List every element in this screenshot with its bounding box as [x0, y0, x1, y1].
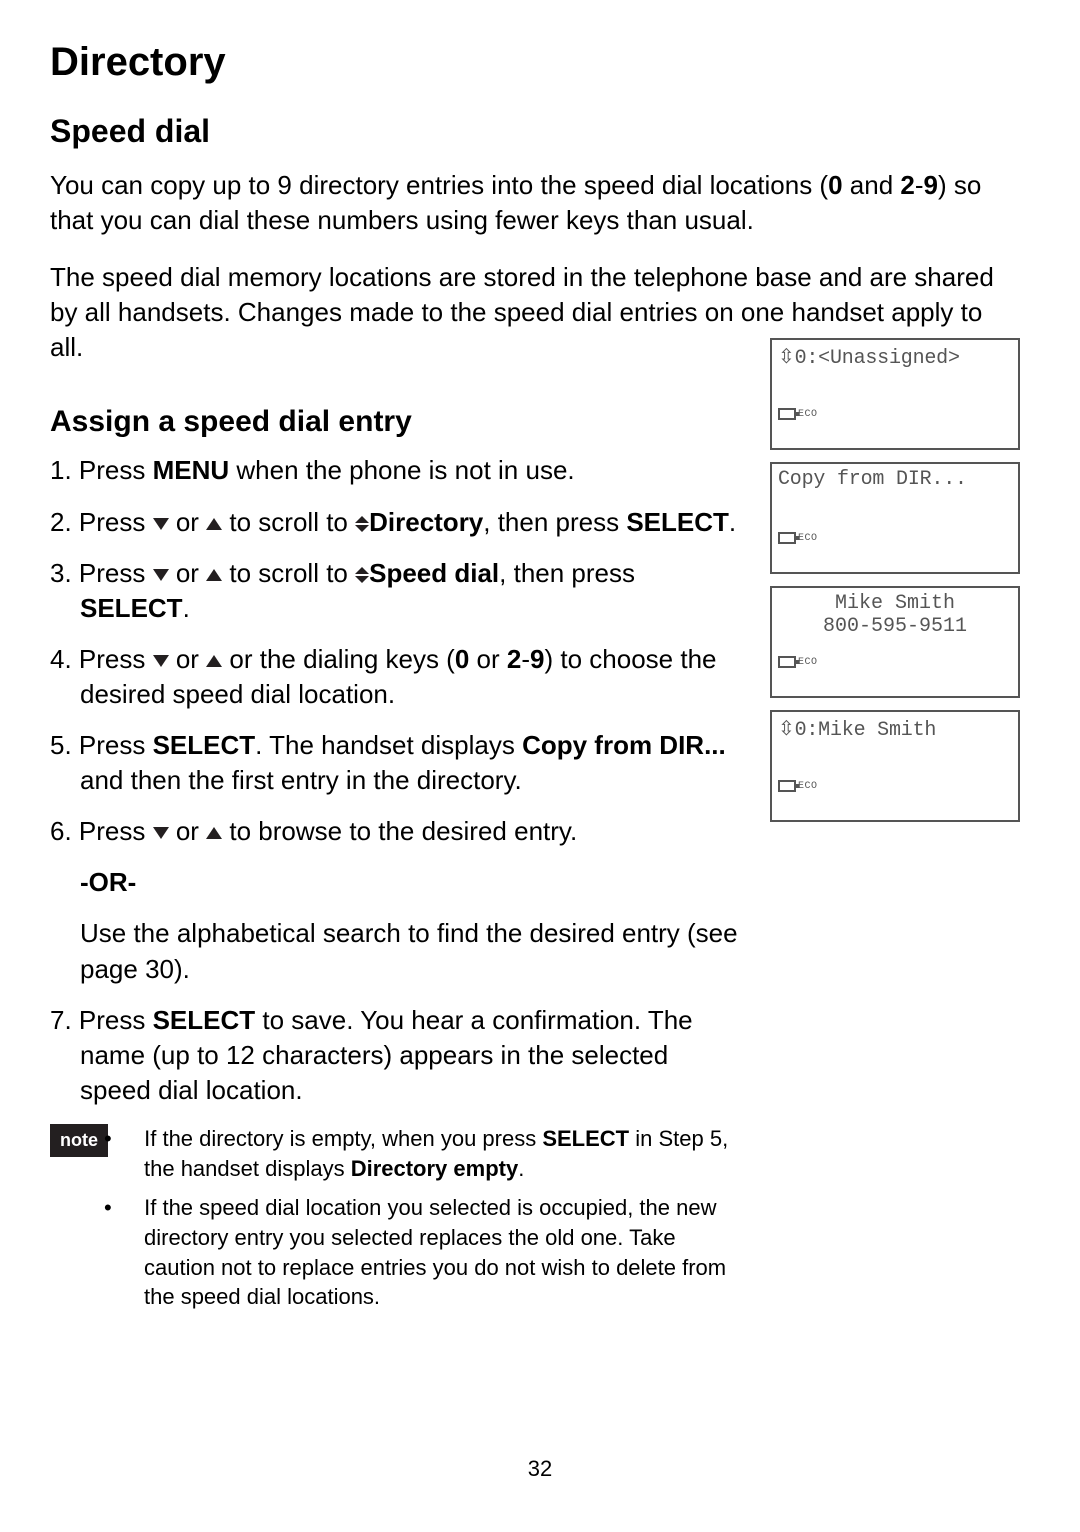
- key-0: 0: [828, 170, 842, 200]
- text: If the speed dial location you selected …: [144, 1195, 726, 1309]
- eco-label: ECO: [798, 409, 818, 420]
- up-arrow-icon: [206, 518, 222, 530]
- steps-list: 1. Press MENU when the phone is not in u…: [50, 453, 740, 849]
- up-arrow-icon: [206, 827, 222, 839]
- text: -: [915, 170, 924, 200]
- text: .: [183, 593, 190, 623]
- note-item-1: • If the directory is empty, when you pr…: [124, 1124, 740, 1183]
- note-block: note • If the directory is empty, when y…: [50, 1124, 740, 1322]
- screen-text: Copy from DIR...: [778, 468, 1012, 491]
- battery-icon: [778, 408, 796, 420]
- eco-label: ECO: [798, 657, 818, 668]
- battery-icon: [778, 780, 796, 792]
- updown-arrow-icon: ⇳: [778, 718, 795, 740]
- text: 3. Press: [50, 558, 153, 588]
- key-label-select: SELECT: [153, 1005, 256, 1035]
- handset-screen-assigned: ⇳0:Mike Smith ECO: [770, 710, 1020, 822]
- screen-text-number: 800-595-9511: [778, 615, 1012, 638]
- step-1: 1. Press MENU when the phone is not in u…: [50, 453, 740, 488]
- text: You can copy up to 9 directory entries i…: [50, 170, 828, 200]
- key-9: 9: [924, 170, 938, 200]
- text: or: [469, 644, 507, 674]
- up-arrow-icon: [206, 569, 222, 581]
- text: or: [169, 644, 207, 674]
- display-text-copy-from-dir: Copy from DIR...: [522, 730, 726, 760]
- step-4: 4. Press or or the dialing keys (0 or 2-…: [50, 642, 740, 712]
- text: to scroll to: [222, 558, 355, 588]
- or-text: -OR-: [50, 865, 740, 900]
- section-heading-speed-dial: Speed dial: [50, 113, 1020, 150]
- down-arrow-icon: [153, 655, 169, 667]
- step-3: 3. Press or to scroll to Speed dial, the…: [50, 556, 740, 626]
- note-item-2: • If the speed dial location you selecte…: [124, 1193, 740, 1312]
- key-label-menu: MENU: [153, 455, 230, 485]
- text: , then press: [483, 507, 626, 537]
- screen-text: 0:<Unassigned>: [795, 347, 960, 370]
- updown-arrow-icon: ⇳: [778, 346, 795, 368]
- key-label-select: SELECT: [153, 730, 256, 760]
- step-6-alt: Use the alphabetical search to find the …: [50, 916, 740, 986]
- text: or the dialing keys (: [222, 644, 455, 674]
- eco-label: ECO: [798, 533, 818, 544]
- step-5: 5. Press SELECT. The handset displays Co…: [50, 728, 740, 798]
- menu-directory-label: Directory: [369, 507, 483, 537]
- text: 2. Press: [50, 507, 153, 537]
- screen-text-name: Mike Smith: [778, 592, 1012, 615]
- handset-screens-column: ⇳0:<Unassigned> ECO Copy from DIR... ECO…: [770, 338, 1020, 822]
- battery-icon: [778, 656, 796, 668]
- handset-screen-entry: Mike Smith 800-595-9511 ECO: [770, 586, 1020, 698]
- up-arrow-icon: [206, 655, 222, 667]
- text: and: [843, 170, 901, 200]
- down-arrow-icon: [153, 569, 169, 581]
- bullet-icon: •: [124, 1193, 138, 1223]
- text: and then the first entry in the director…: [80, 765, 522, 795]
- key-label-select: SELECT: [542, 1126, 629, 1151]
- battery-icon: [778, 532, 796, 544]
- text: to browse to the desired entry.: [222, 816, 577, 846]
- text: 7. Press: [50, 1005, 153, 1035]
- eco-label: ECO: [798, 781, 818, 792]
- bullet-icon: •: [124, 1124, 138, 1154]
- text: If the directory is empty, when you pres…: [144, 1126, 542, 1151]
- menu-speed-dial-label: Speed dial: [369, 558, 499, 588]
- text: or: [169, 816, 207, 846]
- step-7: 7. Press SELECT to save. You hear a conf…: [50, 1003, 740, 1108]
- key-label-select: SELECT: [626, 507, 729, 537]
- page-title: Directory: [50, 40, 1020, 85]
- text: 4. Press: [50, 644, 153, 674]
- screen-text: 0:Mike Smith: [795, 719, 937, 742]
- updown-arrow-icon: [355, 567, 369, 583]
- text: .: [729, 507, 736, 537]
- updown-arrow-icon: [355, 516, 369, 532]
- text: 1. Press: [50, 455, 153, 485]
- text: to scroll to: [222, 507, 355, 537]
- key-label-select: SELECT: [80, 593, 183, 623]
- text: 6. Press: [50, 816, 153, 846]
- text: -: [521, 644, 530, 674]
- key-0: 0: [455, 644, 469, 674]
- page-number: 32: [0, 1456, 1080, 1482]
- text: or: [169, 507, 207, 537]
- paragraph-intro-1: You can copy up to 9 directory entries i…: [50, 168, 1020, 238]
- down-arrow-icon: [153, 518, 169, 530]
- step-6: 6. Press or to browse to the desired ent…: [50, 814, 740, 849]
- display-text-directory-empty: Directory empty: [351, 1156, 519, 1181]
- key-9: 9: [530, 644, 544, 674]
- key-2: 2: [507, 644, 521, 674]
- text: 5. Press: [50, 730, 153, 760]
- text: when the phone is not in use.: [229, 455, 574, 485]
- text: . The handset displays: [255, 730, 522, 760]
- key-2: 2: [900, 170, 914, 200]
- text: .: [518, 1156, 524, 1181]
- text: or: [169, 558, 207, 588]
- step-2: 2. Press or to scroll to Directory, then…: [50, 505, 740, 540]
- text: , then press: [499, 558, 635, 588]
- down-arrow-icon: [153, 827, 169, 839]
- note-badge: note: [50, 1124, 108, 1157]
- handset-screen-copy-from-dir: Copy from DIR... ECO: [770, 462, 1020, 574]
- handset-screen-unassigned: ⇳0:<Unassigned> ECO: [770, 338, 1020, 450]
